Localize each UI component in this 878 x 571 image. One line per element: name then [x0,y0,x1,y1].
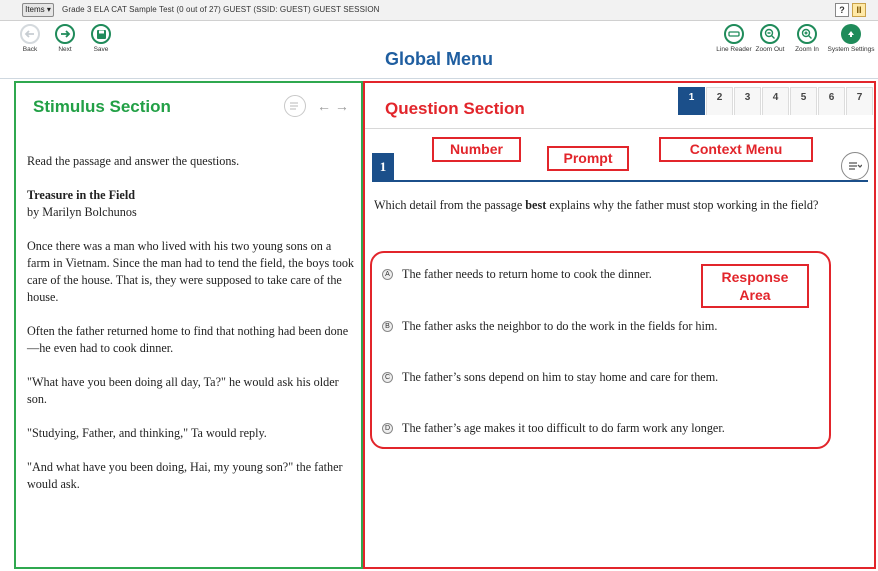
prompt-text-after: explains why the father must stop workin… [546,198,819,212]
callout-response-line1: Response [721,269,789,285]
passage-paragraph: Often the father returned home to find t… [27,324,349,355]
items-dropdown[interactable]: Items ▾ [22,3,54,17]
radio-d[interactable]: D [382,423,393,434]
context-menu-icon [849,162,862,170]
pause-button[interactable]: II [852,3,866,17]
callout-response-line2: Area [739,287,771,303]
system-settings-button[interactable]: System Settings [826,24,876,53]
stimulus-section-label: Stimulus Section [33,97,171,116]
zoom-in-button[interactable]: Zoom In [790,24,824,53]
line-reader-label: Line Reader [716,46,752,53]
zoom-out-icon [760,24,780,44]
passage-paragraph: "Studying, Father, and thinking," Ta wou… [27,426,267,440]
next-arrow-icon [55,24,75,44]
question-tabs: 1 2 3 4 5 6 7 [677,87,873,117]
radio-a[interactable]: A [382,269,393,280]
zoom-out-button[interactable]: Zoom Out [752,24,788,53]
question-prompt: Which detail from the passage best expla… [374,196,870,215]
zoom-in-icon [797,24,817,44]
radio-c[interactable]: C [382,372,393,383]
collapse-arrows-icon[interactable]: ← → [317,98,349,114]
option-b-text: The father asks the neighbor to do the w… [402,319,718,333]
context-menu-icon[interactable] [284,95,306,117]
question-tab-4[interactable]: 4 [762,87,789,115]
items-label: Items [25,5,45,14]
question-tab-2[interactable]: 2 [706,87,733,115]
system-settings-icon [841,24,861,44]
question-header-divider [365,128,874,129]
answer-option-c[interactable]: C The father’s sons depend on him to sta… [382,370,718,385]
question-tab-7[interactable]: 7 [846,87,873,115]
callout-number: Number [432,137,521,162]
question-context-menu-button[interactable] [841,152,869,180]
question-panel: Question Section 1 2 3 4 5 6 7 1 Number … [363,81,876,569]
passage-paragraph: "What have you been doing all day, Ta?" … [27,375,339,406]
save-disk-icon [91,24,111,44]
passage-paragraph: "And what have you been doing, Hai, my y… [27,460,343,491]
session-info: Grade 3 ELA CAT Sample Test (0 out of 27… [62,5,380,14]
question-section-label: Question Section [385,99,525,118]
zoom-in-label: Zoom In [795,46,819,53]
callout-context-menu: Context Menu [659,137,813,162]
passage-title: Treasure in the Field [27,188,135,202]
option-d-text: The father’s age makes it too difficult … [402,421,725,435]
question-tab-5[interactable]: 5 [790,87,817,115]
question-tab-3[interactable]: 3 [734,87,761,115]
back-arrow-icon [20,24,40,44]
question-number: 1 [372,153,394,181]
question-tab-1[interactable]: 1 [678,87,705,115]
passage-intro: Read the passage and answer the question… [27,154,240,168]
help-button[interactable]: ? [835,3,849,17]
question-tab-6[interactable]: 6 [818,87,845,115]
stimulus-tools [284,95,306,117]
top-bar: Items ▾ Grade 3 ELA CAT Sample Test (0 o… [0,0,878,21]
option-a-text: The father needs to return home to cook … [402,267,652,281]
passage-heading: Treasure in the Field by Marilyn Bolchun… [27,187,357,221]
prompt-emphasis: best [525,198,547,212]
passage-author: by Marilyn Bolchunos [27,205,137,219]
answer-option-d[interactable]: D The father’s age makes it too difficul… [382,421,725,436]
passage-paragraph: Once there was a man who lived with his … [27,239,355,304]
radio-b[interactable]: B [382,321,393,332]
line-reader-icon [724,24,744,44]
prompt-text-before: Which detail from the passage [374,198,526,212]
callout-prompt: Prompt [547,146,629,171]
callout-response-area: Response Area [701,264,809,308]
answer-option-a[interactable]: A The father needs to return home to coo… [382,267,652,282]
option-c-text: The father’s sons depend on him to stay … [402,370,719,384]
line-reader-button[interactable]: Line Reader [714,24,754,53]
passage: Read the passage and answer the question… [27,153,357,510]
system-settings-label: System Settings [827,46,875,53]
question-number-bar [372,180,868,182]
answer-option-b[interactable]: B The father asks the neighbor to do the… [382,319,717,334]
stimulus-panel: Stimulus Section ← → Read the passage an… [14,81,363,569]
zoom-out-label: Zoom Out [755,46,785,53]
